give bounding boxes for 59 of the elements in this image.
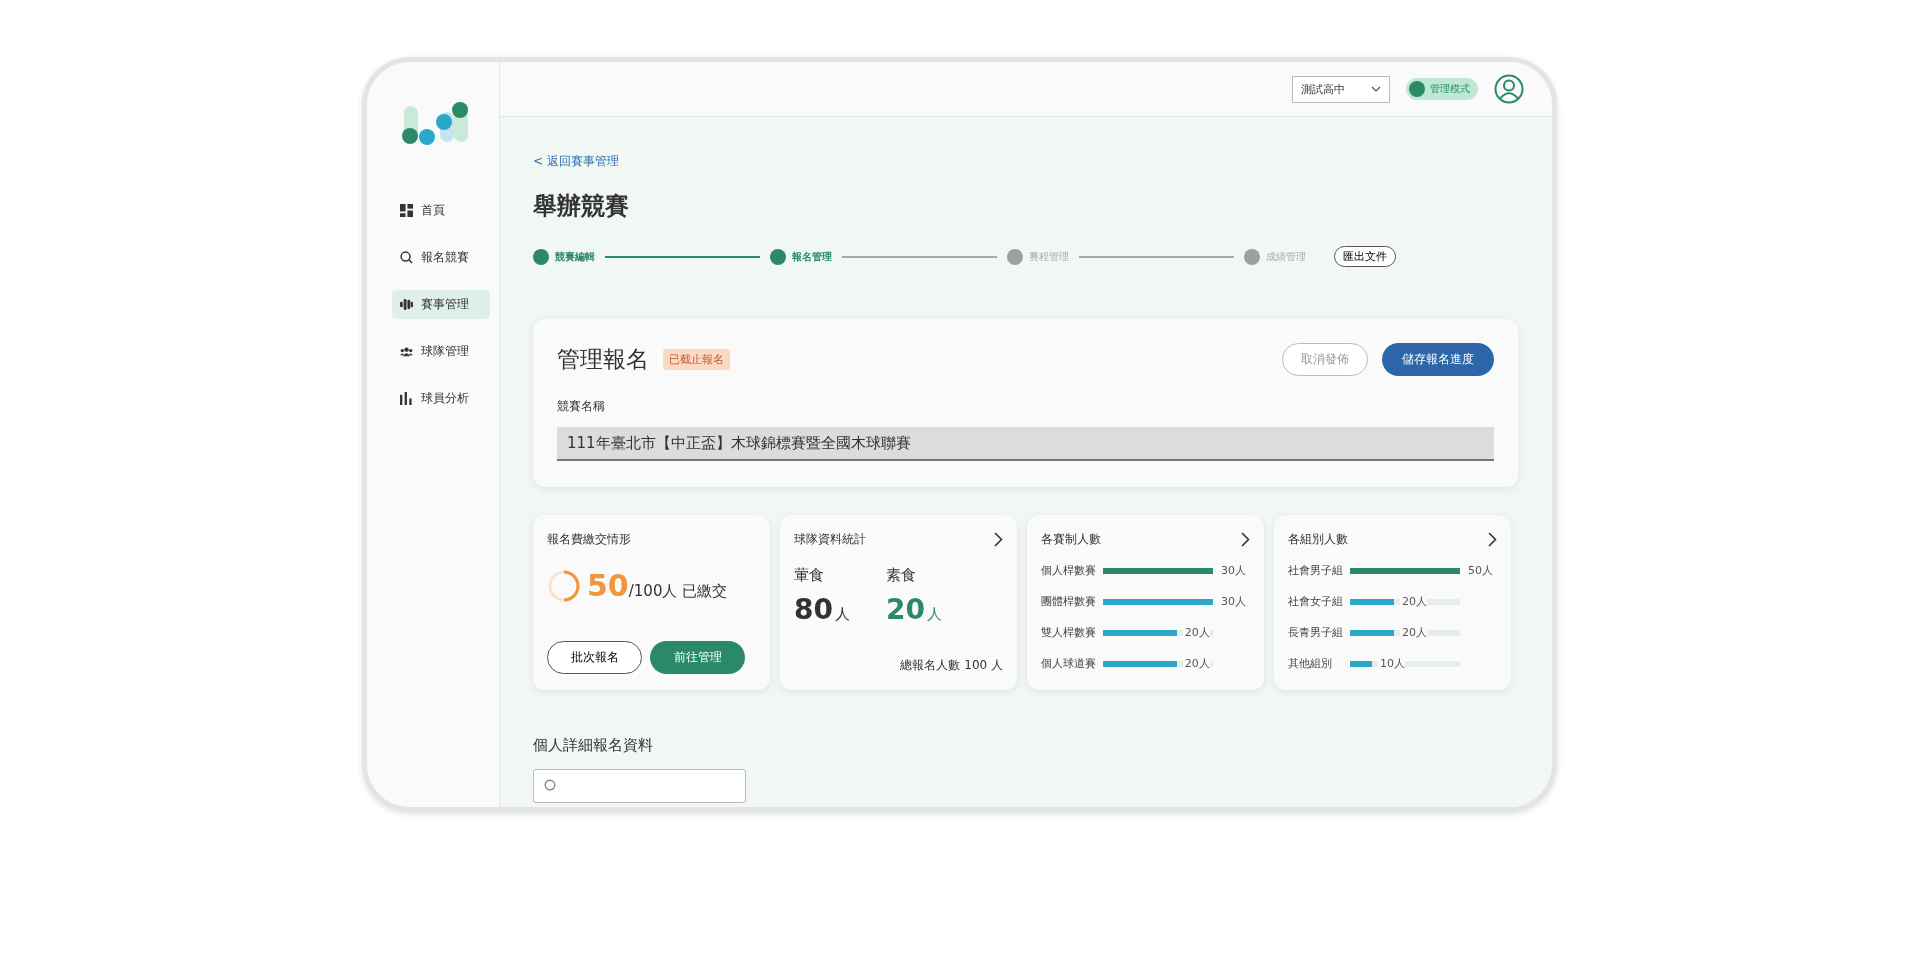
bar-value: 30人 [1219, 563, 1246, 578]
chevron-right-icon[interactable] [994, 532, 1003, 547]
bar-label: 雙人桿數賽 [1041, 625, 1097, 640]
sidebar-item[interactable]: 報名競賽 [392, 243, 490, 272]
status-badge: 已截止報名 [663, 349, 730, 370]
bar-label: 社會女子組 [1288, 594, 1344, 609]
sidebar-item[interactable]: 球隊管理 [392, 337, 490, 366]
go-manage-button[interactable]: 前往管理 [650, 641, 745, 674]
chevron-right-icon[interactable] [1488, 532, 1497, 547]
bar-label: 長青男子組 [1288, 625, 1344, 640]
field-label: 競賽名稱 [557, 398, 606, 415]
export-button[interactable]: 匯出文件 [1334, 246, 1396, 267]
bar-value: 20人 [1182, 625, 1210, 640]
dashboard-icon [400, 204, 413, 217]
user-avatar-icon[interactable] [1494, 74, 1524, 104]
meal-count: 20人 [885, 593, 942, 626]
meal-label: 葷食 [794, 566, 825, 585]
school-select[interactable]: 測試高中 [1292, 75, 1390, 103]
people-icon [400, 345, 413, 358]
total-registrants: 總報名人數 100 人 [900, 657, 1003, 674]
card-title: 報名費繳交情形 [547, 531, 632, 548]
section-title: 個人詳細報名資料 [533, 736, 654, 755]
competition-name-field[interactable]: 111年臺北市【中正盃】木球錦標賽暨全國木球聯賽 [557, 427, 1494, 461]
chevron-right-icon[interactable] [1241, 532, 1250, 547]
bar-label: 團體桿數賽 [1041, 594, 1097, 609]
bar-chart-icon [400, 392, 413, 405]
paid-count: 50 [587, 568, 629, 603]
chevron-down-icon [1371, 86, 1381, 92]
bar-value: 20人 [1400, 625, 1427, 640]
card-title: 球隊資料統計 [794, 531, 866, 548]
card-title: 各組別人數 [1288, 531, 1348, 548]
total-label: /100人 已繳交 [628, 582, 728, 601]
progress-step[interactable]: 競賽編輯 [533, 248, 595, 265]
save-button[interactable]: 儲存報名進度 [1382, 343, 1494, 376]
bar-label: 其他組別 [1288, 656, 1333, 671]
sidebar-item[interactable]: 首頁 [392, 196, 490, 225]
bar-value: 20人 [1400, 594, 1427, 609]
search-icon [544, 779, 558, 793]
bar-label: 個人球道賽 [1041, 656, 1097, 671]
pins-icon [400, 298, 413, 311]
meal-count: 80人 [794, 593, 850, 626]
bar-value: 20人 [1182, 656, 1210, 671]
search-icon [400, 251, 413, 264]
meal-label: 素食 [885, 566, 917, 585]
card-title: 管理報名 [557, 345, 649, 374]
page-title: 舉辦競賽 [533, 191, 630, 222]
logo-icon [400, 100, 470, 146]
bar-label: 個人桿數賽 [1041, 563, 1097, 578]
back-link[interactable]: < 返回賽事管理 [533, 153, 1519, 170]
bar-label: 社會男子組 [1288, 563, 1344, 578]
sidebar-item[interactable]: 賽事管理 [392, 290, 490, 319]
card-title: 各賽制人數 [1041, 531, 1101, 548]
bar-value: 30人 [1219, 594, 1246, 609]
progress-step[interactable]: 報名管理 [770, 248, 832, 265]
sidebar-item[interactable]: 球員分析 [392, 384, 490, 413]
bar-value: 10人 [1378, 656, 1405, 671]
batch-register-button[interactable]: 批次報名 [547, 641, 642, 674]
bar-value: 50人 [1466, 563, 1493, 578]
search-field[interactable] [533, 769, 746, 803]
